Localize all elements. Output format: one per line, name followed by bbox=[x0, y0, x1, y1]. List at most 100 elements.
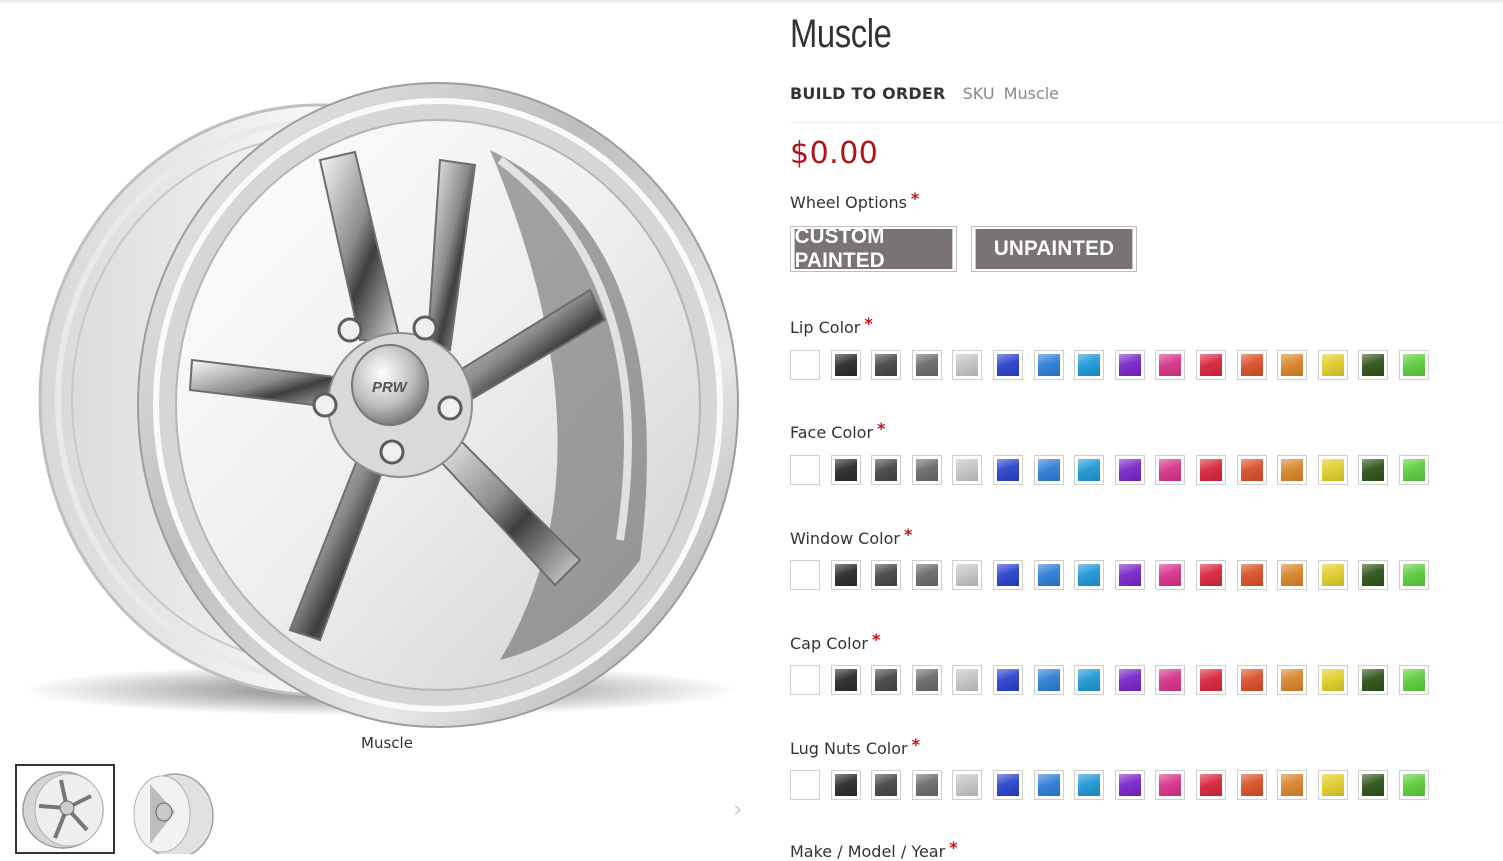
silver-swatch[interactable] bbox=[952, 665, 982, 695]
gray-swatch[interactable] bbox=[912, 455, 942, 485]
red-swatch[interactable] bbox=[1196, 350, 1226, 380]
silver-swatch[interactable] bbox=[952, 560, 982, 590]
dark-gray-swatch[interactable] bbox=[871, 350, 901, 380]
blue-swatch[interactable] bbox=[993, 455, 1023, 485]
amber-swatch[interactable] bbox=[1277, 560, 1307, 590]
thumbnail-front[interactable] bbox=[15, 764, 115, 854]
white-swatch[interactable] bbox=[790, 455, 820, 485]
gray-swatch[interactable] bbox=[912, 665, 942, 695]
thumbnail-front-image bbox=[22, 771, 104, 849]
orange-swatch[interactable] bbox=[1237, 350, 1267, 380]
gray-swatch[interactable] bbox=[912, 560, 942, 590]
silver-swatch[interactable] bbox=[952, 455, 982, 485]
amber-swatch[interactable] bbox=[1277, 350, 1307, 380]
dark-green-swatch[interactable] bbox=[1358, 665, 1388, 695]
red-swatch[interactable] bbox=[1196, 770, 1226, 800]
dark-gray-swatch[interactable] bbox=[871, 770, 901, 800]
amber-swatch[interactable] bbox=[1277, 665, 1307, 695]
pink-swatch[interactable] bbox=[1155, 665, 1185, 695]
black-swatch[interactable] bbox=[831, 770, 861, 800]
orange-swatch[interactable] bbox=[1237, 770, 1267, 800]
black-swatch[interactable] bbox=[831, 455, 861, 485]
white-swatch[interactable] bbox=[790, 665, 820, 695]
amber-swatch[interactable] bbox=[1277, 770, 1307, 800]
cyan-swatch-fill bbox=[1078, 564, 1100, 586]
dark-green-swatch[interactable] bbox=[1358, 770, 1388, 800]
green-swatch[interactable] bbox=[1399, 665, 1429, 695]
red-swatch[interactable] bbox=[1196, 665, 1226, 695]
dark-green-swatch[interactable] bbox=[1358, 455, 1388, 485]
unpainted-button[interactable]: UNPAINTED bbox=[971, 226, 1137, 272]
white-swatch[interactable] bbox=[790, 350, 820, 380]
yellow-swatch[interactable] bbox=[1318, 455, 1348, 485]
dark-gray-swatch[interactable] bbox=[871, 455, 901, 485]
purple-swatch[interactable] bbox=[1115, 770, 1145, 800]
black-swatch-fill bbox=[835, 564, 857, 586]
orange-swatch[interactable] bbox=[1237, 665, 1267, 695]
silver-swatch[interactable] bbox=[952, 770, 982, 800]
product-main-image[interactable]: PRW bbox=[20, 40, 750, 730]
sky-blue-swatch[interactable] bbox=[1034, 665, 1064, 695]
purple-swatch[interactable] bbox=[1115, 455, 1145, 485]
sky-blue-swatch[interactable] bbox=[1034, 560, 1064, 590]
pink-swatch[interactable] bbox=[1155, 770, 1185, 800]
pink-swatch[interactable] bbox=[1155, 560, 1185, 590]
dark-gray-swatch[interactable] bbox=[871, 665, 901, 695]
sku-value: Muscle bbox=[1003, 84, 1060, 103]
yellow-swatch[interactable] bbox=[1318, 560, 1348, 590]
dark-green-swatch[interactable] bbox=[1358, 350, 1388, 380]
dark-gray-swatch[interactable] bbox=[871, 560, 901, 590]
cyan-swatch[interactable] bbox=[1074, 770, 1104, 800]
gray-swatch[interactable] bbox=[912, 350, 942, 380]
sky-blue-swatch[interactable] bbox=[1034, 350, 1064, 380]
white-swatch[interactable] bbox=[790, 770, 820, 800]
gray-swatch[interactable] bbox=[912, 770, 942, 800]
cyan-swatch[interactable] bbox=[1074, 665, 1104, 695]
yellow-swatch[interactable] bbox=[1318, 665, 1348, 695]
purple-swatch[interactable] bbox=[1115, 350, 1145, 380]
red-swatch[interactable] bbox=[1196, 455, 1226, 485]
chevron-right-icon[interactable]: › bbox=[733, 795, 743, 823]
sky-blue-swatch[interactable] bbox=[1034, 455, 1064, 485]
green-swatch[interactable] bbox=[1399, 455, 1429, 485]
red-swatch[interactable] bbox=[1196, 560, 1226, 590]
green-swatch[interactable] bbox=[1399, 560, 1429, 590]
required-marker: * bbox=[903, 525, 913, 544]
blue-swatch[interactable] bbox=[993, 770, 1023, 800]
black-swatch-fill bbox=[835, 459, 857, 481]
silver-swatch[interactable] bbox=[952, 350, 982, 380]
cyan-swatch-fill bbox=[1078, 774, 1100, 796]
pink-swatch-fill bbox=[1159, 459, 1181, 481]
purple-swatch[interactable] bbox=[1115, 560, 1145, 590]
black-swatch[interactable] bbox=[831, 560, 861, 590]
orange-swatch[interactable] bbox=[1237, 455, 1267, 485]
cyan-swatch[interactable] bbox=[1074, 350, 1104, 380]
green-swatch[interactable] bbox=[1399, 770, 1429, 800]
amber-swatch[interactable] bbox=[1277, 455, 1307, 485]
blue-swatch-fill bbox=[997, 774, 1019, 796]
black-swatch[interactable] bbox=[831, 350, 861, 380]
cyan-swatch[interactable] bbox=[1074, 455, 1104, 485]
cyan-swatch[interactable] bbox=[1074, 560, 1104, 590]
thumbnail-angle[interactable] bbox=[120, 764, 220, 854]
custom-painted-label: CUSTOM PAINTED bbox=[794, 225, 953, 272]
pink-swatch[interactable] bbox=[1155, 455, 1185, 485]
blue-swatch[interactable] bbox=[993, 350, 1023, 380]
yellow-swatch[interactable] bbox=[1318, 350, 1348, 380]
custom-painted-button[interactable]: CUSTOM PAINTED bbox=[790, 225, 957, 272]
orange-swatch[interactable] bbox=[1237, 560, 1267, 590]
dark-green-swatch[interactable] bbox=[1358, 560, 1388, 590]
face-color-label-text: Face Color bbox=[790, 423, 874, 442]
thumbnail-angle-image bbox=[133, 773, 214, 854]
green-swatch[interactable] bbox=[1399, 350, 1429, 380]
required-marker: * bbox=[949, 838, 958, 857]
white-swatch[interactable] bbox=[790, 560, 820, 590]
blue-swatch[interactable] bbox=[993, 665, 1023, 695]
black-swatch[interactable] bbox=[831, 665, 861, 695]
yellow-swatch[interactable] bbox=[1318, 770, 1348, 800]
blue-swatch[interactable] bbox=[993, 560, 1023, 590]
purple-swatch[interactable] bbox=[1115, 665, 1145, 695]
pink-swatch[interactable] bbox=[1155, 350, 1185, 380]
red-swatch-fill bbox=[1200, 564, 1222, 586]
sky-blue-swatch[interactable] bbox=[1034, 770, 1064, 800]
